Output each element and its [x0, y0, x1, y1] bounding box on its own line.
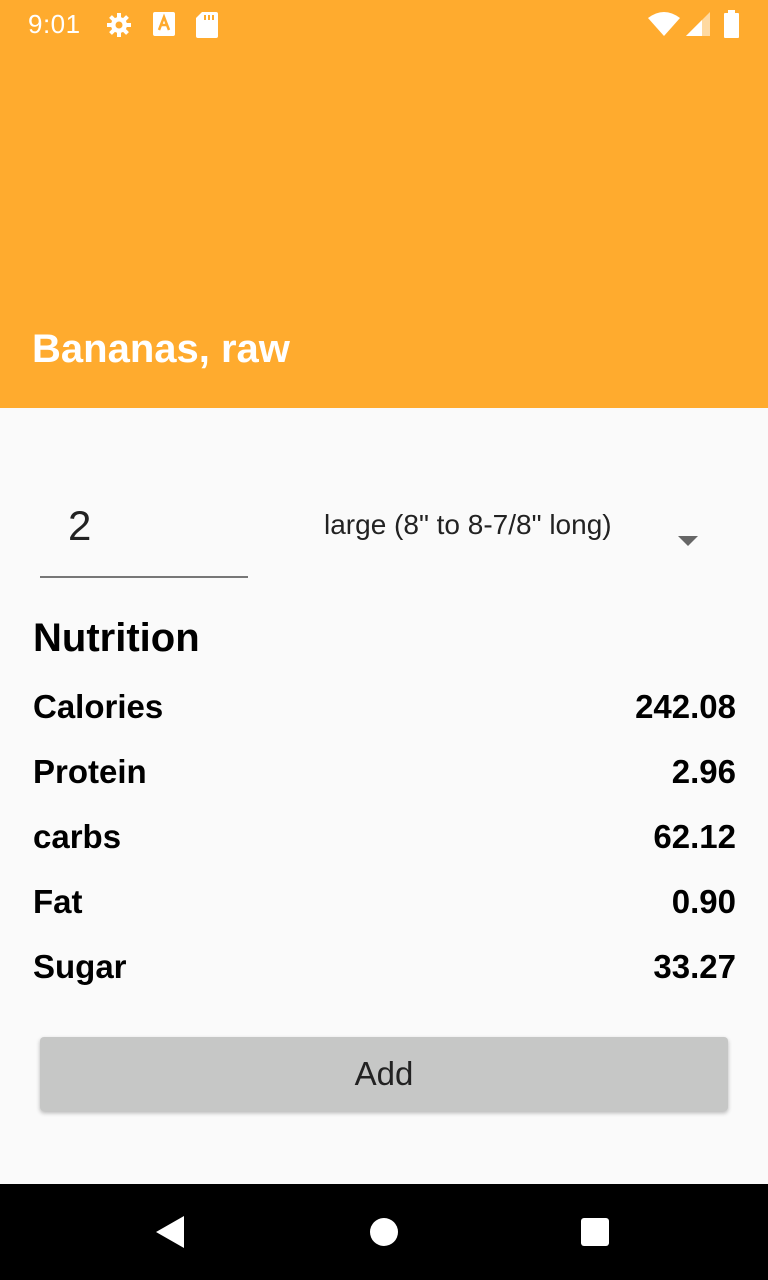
system-nav-bar	[0, 1184, 768, 1280]
sd-card-icon	[196, 12, 218, 38]
nutrition-label: Calories	[33, 688, 164, 725]
nutrition-value: 242.08	[635, 688, 736, 725]
add-button[interactable]: Add	[40, 1037, 728, 1111]
recents-icon[interactable]	[575, 1212, 615, 1252]
wifi-icon	[648, 12, 680, 36]
nutrition-row-carbs: carbs 62.12	[33, 818, 736, 883]
nutrition-list: Calories 242.08 Protein 2.96 carbs 62.12…	[33, 688, 736, 1013]
quantity-value: 2	[68, 502, 92, 549]
signal-icon	[686, 12, 710, 36]
unit-dropdown[interactable]: large (8" to 8-7/8" long)	[300, 496, 730, 586]
nutrition-label: Protein	[33, 753, 147, 790]
nutrition-row-protein: Protein 2.96	[33, 753, 736, 818]
nutrition-label: Sugar	[33, 948, 127, 985]
nutrition-value: 0.90	[671, 883, 736, 920]
unit-selected-value: large (8" to 8-7/8" long)	[324, 509, 612, 540]
nutrition-row-calories: Calories 242.08	[33, 688, 736, 753]
page-title: Bananas, raw	[32, 327, 290, 371]
home-icon[interactable]	[364, 1212, 404, 1252]
app-bar: Bananas, raw	[0, 48, 768, 408]
battery-icon	[724, 10, 739, 38]
nutrition-value: 2.96	[671, 753, 736, 790]
dropdown-arrow-icon	[678, 536, 698, 546]
nutrition-value: 62.12	[653, 818, 736, 855]
nutrition-row-sugar: Sugar 33.27	[33, 948, 736, 1013]
status-time: 9:01	[28, 9, 81, 39]
nutrition-row-fat: Fat 0.90	[33, 883, 736, 948]
nutrition-label: carbs	[33, 818, 122, 855]
nutrition-heading: Nutrition	[33, 616, 200, 660]
status-bar: 9:01	[0, 0, 768, 48]
nutrition-label: Fat	[33, 883, 83, 920]
food-detail-content: 2 large (8" to 8-7/8" long) Nutrition Ca…	[0, 408, 768, 1184]
nutrition-value: 33.27	[653, 948, 736, 985]
a-badge-icon	[153, 12, 175, 36]
settings-icon	[107, 13, 131, 37]
quantity-input[interactable]: 2	[40, 496, 248, 578]
back-icon[interactable]	[150, 1212, 190, 1252]
